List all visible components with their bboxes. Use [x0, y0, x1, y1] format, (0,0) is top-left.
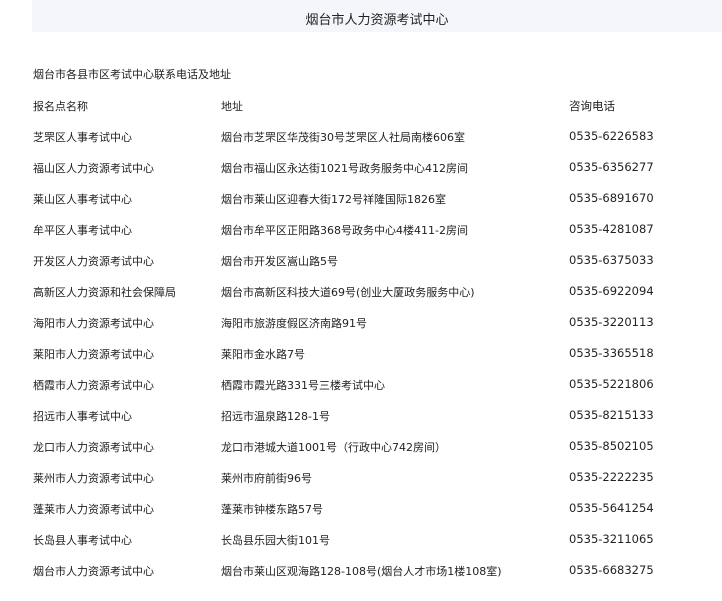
office-address: 蓬莱市钟楼东路57号 [221, 503, 323, 516]
office-name: 龙口市人力资源考试中心 [33, 441, 154, 454]
office-address: 龙口市港城大道1001号（行政中心742房间） [221, 441, 446, 454]
office-phone: 0535-6375033 [569, 253, 654, 267]
office-name: 莱州市人力资源考试中心 [33, 472, 154, 485]
table-row: 开发区人力资源考试中心 烟台市开发区嵩山路5号 0535-6375033 [33, 245, 722, 276]
table-row: 长岛县人事考试中心 长岛县乐园大街101号 0535-3211065 [33, 524, 722, 555]
office-name: 莱阳市人力资源考试中心 [33, 348, 154, 361]
table-row: 福山区人力资源考试中心 烟台市福山区永达街1021号政务服务中心412房间 05… [33, 152, 722, 183]
office-phone: 0535-3220113 [569, 315, 654, 329]
office-name: 海阳市人力资源考试中心 [33, 317, 154, 330]
office-name: 开发区人力资源考试中心 [33, 255, 154, 268]
table-row: 高新区人力资源和社会保障局 烟台市高新区科技大道69号(创业大厦政务服务中心) … [33, 276, 722, 307]
table-row: 牟平区人事考试中心 烟台市牟平区正阳路368号政务中心4楼411-2房间 053… [33, 214, 722, 245]
office-phone: 0535-5221806 [569, 377, 654, 391]
table-row: 招远市人事考试中心 招远市温泉路128-1号 0535-8215133 [33, 400, 722, 431]
office-name: 长岛县人事考试中心 [33, 534, 132, 547]
office-address: 招远市温泉路128-1号 [221, 410, 330, 423]
office-phone: 0535-6356277 [569, 160, 654, 174]
header-bar: 烟台市人力资源考试中心 [32, 0, 722, 32]
office-phone: 0535-4281087 [569, 222, 654, 236]
office-name: 蓬莱市人力资源考试中心 [33, 503, 154, 516]
table-row: 烟台市人力资源考试中心 烟台市莱山区观海路128-108号(烟台人才市场1楼10… [33, 555, 722, 586]
page-title: 烟台市人力资源考试中心 [305, 13, 449, 28]
office-name: 福山区人力资源考试中心 [33, 162, 154, 175]
office-phone: 0535-3211065 [569, 532, 654, 546]
office-address: 烟台市高新区科技大道69号(创业大厦政务服务中心) [221, 286, 475, 299]
office-name: 高新区人力资源和社会保障局 [33, 286, 176, 299]
table-row: 蓬莱市人力资源考试中心 蓬莱市钟楼东路57号 0535-5641254 [33, 493, 722, 524]
table-row: 芝罘区人事考试中心 烟台市芝罘区华茂街30号芝罘区人社局南楼606室 0535-… [33, 121, 722, 152]
table-row: 莱阳市人力资源考试中心 莱阳市金水路7号 0535-3365518 [33, 338, 722, 369]
table-row: 栖霞市人力资源考试中心 栖霞市霞光路331号三楼考试中心 0535-522180… [33, 369, 722, 400]
office-name: 栖霞市人力资源考试中心 [33, 379, 154, 392]
office-address: 烟台市牟平区正阳路368号政务中心4楼411-2房间 [221, 224, 468, 237]
office-name: 芝罘区人事考试中心 [33, 131, 132, 144]
column-header-address: 地址 [221, 100, 243, 113]
office-name: 莱山区人事考试中心 [33, 193, 132, 206]
office-address: 烟台市福山区永达街1021号政务服务中心412房间 [221, 162, 468, 175]
office-address: 莱州市府前街96号 [221, 472, 312, 485]
office-name: 招远市人事考试中心 [33, 410, 132, 423]
office-phone: 0535-3365518 [569, 346, 654, 360]
office-address: 烟台市莱山区观海路128-108号(烟台人才市场1楼108室) [221, 565, 502, 578]
office-name: 烟台市人力资源考试中心 [33, 565, 154, 578]
section-title: 烟台市各县市区考试中心联系电话及地址 [33, 68, 231, 81]
office-address: 长岛县乐园大街101号 [221, 534, 330, 547]
office-address: 烟台市芝罘区华茂街30号芝罘区人社局南楼606室 [221, 131, 465, 144]
contact-table: 报名点名称 地址 咨询电话 芝罘区人事考试中心 烟台市芝罘区华茂街30号芝罘区人… [33, 90, 722, 586]
office-address: 莱阳市金水路7号 [221, 348, 305, 361]
office-phone: 0535-6891670 [569, 191, 654, 205]
office-phone: 0535-6683275 [569, 563, 654, 577]
office-address: 栖霞市霞光路331号三楼考试中心 [221, 379, 385, 392]
office-address: 海阳市旅游度假区济南路91号 [221, 317, 367, 330]
office-phone: 0535-6226583 [569, 129, 654, 143]
office-address: 烟台市莱山区迎春大街172号祥隆国际1826室 [221, 193, 446, 206]
table-header-row: 报名点名称 地址 咨询电话 [33, 90, 722, 121]
table-row: 莱州市人力资源考试中心 莱州市府前街96号 0535-2222235 [33, 462, 722, 493]
table-row: 莱山区人事考试中心 烟台市莱山区迎春大街172号祥隆国际1826室 0535-6… [33, 183, 722, 214]
office-phone: 0535-2222235 [569, 470, 654, 484]
column-header-name: 报名点名称 [33, 100, 88, 113]
office-phone: 0535-8502105 [569, 439, 654, 453]
office-phone: 0535-8215133 [569, 408, 654, 422]
office-name: 牟平区人事考试中心 [33, 224, 132, 237]
table-row: 海阳市人力资源考试中心 海阳市旅游度假区济南路91号 0535-3220113 [33, 307, 722, 338]
office-phone: 0535-5641254 [569, 501, 654, 515]
table-row: 龙口市人力资源考试中心 龙口市港城大道1001号（行政中心742房间） 0535… [33, 431, 722, 462]
office-address: 烟台市开发区嵩山路5号 [221, 255, 338, 268]
column-header-phone: 咨询电话 [569, 99, 615, 113]
office-phone: 0535-6922094 [569, 284, 654, 298]
